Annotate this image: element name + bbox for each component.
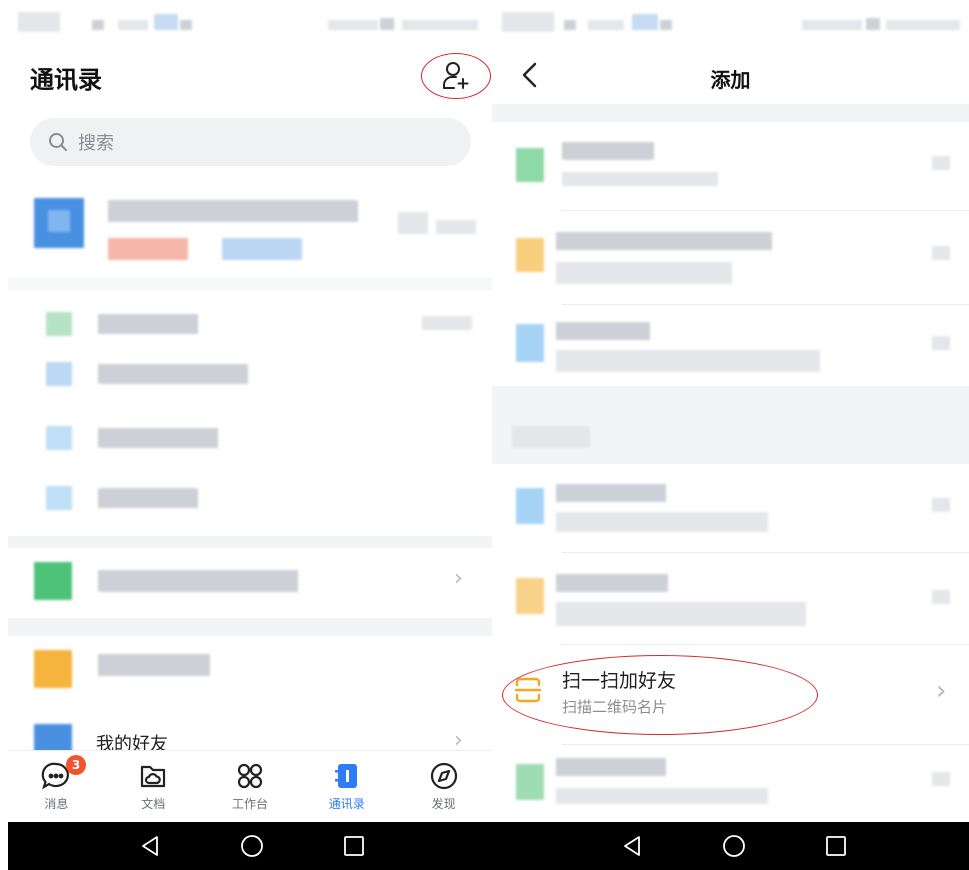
tab-workbench[interactable]: 工作台 <box>202 751 299 822</box>
contacts-screen: 通讯录 搜索 › 我的好友 › 3 消息 文档 工作台 通讯录 发现 <box>8 0 492 822</box>
search-input[interactable]: 搜索 <box>30 118 471 166</box>
status-bar <box>502 8 960 38</box>
person-add-icon <box>443 62 469 89</box>
tab-discover[interactable]: 发现 <box>395 751 492 822</box>
nav-home-icon[interactable] <box>240 834 264 858</box>
nav-home-icon[interactable] <box>722 834 746 858</box>
tab-documents[interactable]: 文档 <box>105 751 202 822</box>
grid-apps-icon <box>237 763 263 789</box>
chevron-right-icon: › <box>454 566 463 591</box>
scan-subtitle: 扫描二维码名片 <box>562 698 668 716</box>
tab-label: 工作台 <box>231 797 268 811</box>
add-contact-button[interactable] <box>421 53 491 99</box>
scan-title: 扫一扫加好友 <box>562 670 677 692</box>
search-icon <box>49 133 67 151</box>
tab-contacts[interactable]: 通讯录 <box>298 751 395 822</box>
page-title: 添加 <box>710 68 751 92</box>
contacts-book-icon <box>334 764 357 788</box>
tab-label: 消息 <box>44 797 69 811</box>
compass-icon <box>430 762 457 790</box>
chevron-right-icon: › <box>936 676 947 706</box>
tab-label: 发现 <box>431 797 456 811</box>
folder-cloud-icon <box>141 765 166 788</box>
tab-messages[interactable]: 3 消息 <box>8 751 105 822</box>
nav-back-icon[interactable] <box>620 834 644 858</box>
bottom-tab-bar: 3 消息 文档 工作台 通讯录 发现 <box>8 750 492 822</box>
nav-back-icon[interactable] <box>138 834 162 858</box>
unread-badge: 3 <box>66 755 86 775</box>
status-bar <box>18 8 482 38</box>
tab-label: 文档 <box>141 797 166 811</box>
add-contact-screen: 添加 扫一扫加好友 扫描二维码名片 › <box>492 0 969 822</box>
system-navigation-bar <box>8 822 969 870</box>
nav-recents-icon[interactable] <box>342 834 366 858</box>
scan-add-friend-item[interactable]: 扫一扫加好友 扫描二维码名片 › <box>492 648 969 743</box>
search-placeholder: 搜索 <box>78 133 114 154</box>
nav-recents-icon[interactable] <box>824 834 848 858</box>
page-title: 通讯录 <box>30 66 102 94</box>
tab-label: 通讯录 <box>328 797 365 811</box>
scan-qr-icon <box>514 677 542 703</box>
